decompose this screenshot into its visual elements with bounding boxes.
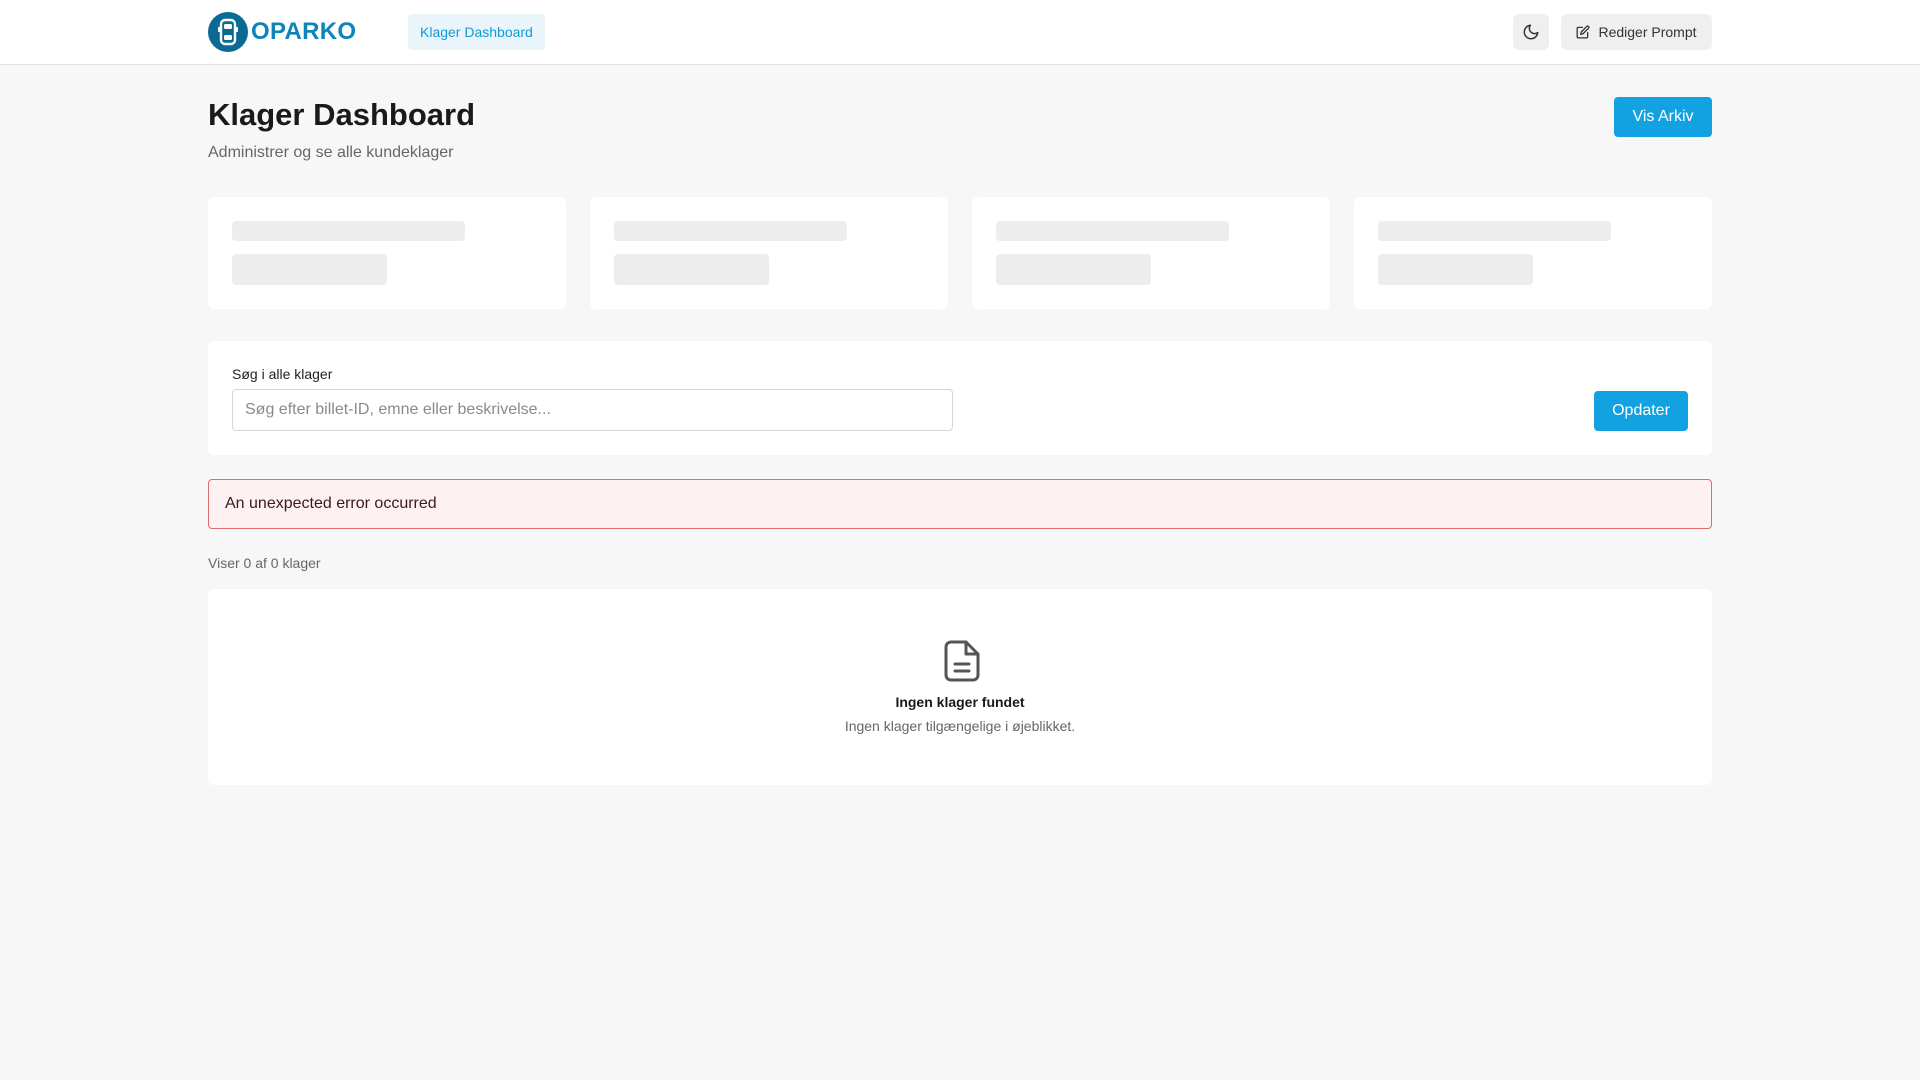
edit-prompt-label: Rediger Prompt: [1598, 24, 1697, 40]
logo-text: OPARKO: [251, 18, 357, 45]
edit-icon: [1576, 25, 1590, 39]
theme-toggle-button[interactable]: [1513, 14, 1549, 50]
skeleton-line: [614, 221, 847, 241]
moon-icon: [1523, 24, 1539, 40]
nav-link-klager-dashboard[interactable]: Klager Dashboard: [408, 14, 545, 50]
top-navigation-bar: OPARKO Klager Dashboard Rediger Prompt: [0, 0, 1920, 65]
page-subtitle: Administrer og se alle kundeklager: [208, 144, 454, 161]
oparko-logo[interactable]: OPARKO: [208, 12, 356, 52]
skeleton-block: [1378, 254, 1533, 285]
stat-card-skeleton: [1354, 197, 1712, 309]
stat-card-skeleton: [590, 197, 948, 309]
stat-card-skeleton: [208, 197, 566, 309]
error-alert: An unexpected error occurred: [208, 479, 1712, 529]
car-icon: [208, 12, 248, 52]
skeleton-block: [232, 254, 387, 285]
document-icon: [944, 640, 980, 682]
show-archive-button[interactable]: Vis Arkiv: [1614, 97, 1712, 137]
skeleton-line: [1378, 221, 1611, 241]
empty-state-card: Ingen klager fundet Ingen klager tilgæng…: [208, 589, 1712, 785]
skeleton-line: [232, 221, 465, 241]
stat-card-skeleton: [972, 197, 1330, 309]
page-title: Klager Dashboard: [208, 97, 476, 132]
refresh-button[interactable]: Opdater: [1594, 391, 1688, 431]
edit-prompt-button[interactable]: Rediger Prompt: [1561, 14, 1712, 50]
skeleton-block: [614, 254, 769, 285]
skeleton-block: [996, 254, 1151, 285]
skeleton-line: [996, 221, 1229, 241]
empty-state-title: Ingen klager fundet: [895, 694, 1025, 710]
error-message: An unexpected error occurred: [225, 495, 437, 512]
empty-state-subtitle: Ingen klager tilgængelige i øjeblikket.: [844, 718, 1076, 734]
search-input[interactable]: [232, 389, 953, 431]
search-label: Søg i alle klager: [232, 366, 333, 382]
results-count: Viser 0 af 0 klager: [208, 555, 321, 571]
search-panel: Søg i alle klager Opdater: [208, 341, 1712, 455]
